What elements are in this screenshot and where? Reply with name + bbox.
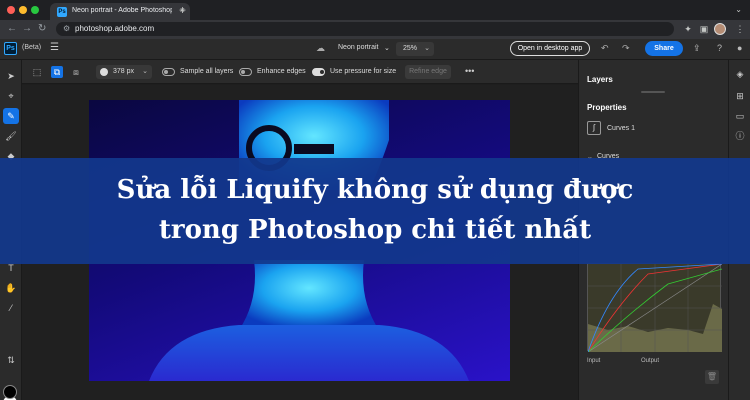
eyedropper-tool-icon[interactable]: ⁄ xyxy=(3,300,19,316)
adjustments-panel-icon[interactable]: ⊞ xyxy=(734,90,746,102)
brush-size-chevron-icon: ⌄ xyxy=(142,68,148,75)
curves-input-label: Input xyxy=(587,358,601,364)
reload-icon[interactable]: ↻ xyxy=(38,23,46,34)
browser-tab-bar: Ps Neon portrait - Adobe Photoshop × + ⌄ xyxy=(0,0,750,20)
sample-all-layers-toggle[interactable] xyxy=(162,68,175,76)
tab-search-chevron-icon[interactable]: ⌄ xyxy=(735,5,742,14)
refine-edge-button[interactable]: Refine edge xyxy=(405,65,451,79)
info-panel-icon[interactable]: ⓘ xyxy=(734,130,746,142)
title-banner: Sửa lỗi Liquify không sử dụng được trong… xyxy=(0,158,750,264)
document-chevron-icon[interactable]: ⌄ xyxy=(384,44,390,52)
sample-all-layers-label: Sample all layers xyxy=(180,68,234,75)
curves-layer-label: Curves 1 xyxy=(607,125,636,132)
tab-title: Neon portrait - Adobe Photoshop xyxy=(72,7,172,14)
browser-address-bar: ← → ↻ ⚙ photoshop.adobe.com ✦ ▣ ⋮ xyxy=(0,20,750,39)
curves-graph[interactable] xyxy=(587,263,723,353)
brush-size-value: 378 px xyxy=(113,68,135,75)
window-minimize-button[interactable] xyxy=(19,6,27,14)
redo-icon[interactable]: ↷ xyxy=(622,43,630,54)
undo-icon[interactable]: ↶ xyxy=(601,43,609,54)
profile-avatar[interactable] xyxy=(714,23,726,35)
swap-colors-icon[interactable]: ⇅ xyxy=(3,352,19,368)
window-maximize-button[interactable] xyxy=(31,6,39,14)
new-tab-button[interactable]: + xyxy=(179,3,186,17)
curves-adjustment-icon: ∫ xyxy=(587,121,601,135)
side-panel-icon[interactable]: ▣ xyxy=(698,23,710,35)
comments-panel-icon[interactable]: ▭ xyxy=(734,110,746,122)
foreground-color-swatch[interactable] xyxy=(3,385,17,399)
document-name[interactable]: Neon portrait xyxy=(338,44,378,51)
account-icon[interactable]: ● xyxy=(737,43,742,53)
window-close-button[interactable] xyxy=(7,6,15,14)
enhance-edges-toggle[interactable] xyxy=(239,68,252,76)
beta-label: (Beta) xyxy=(22,44,42,51)
back-arrow-icon[interactable]: ← xyxy=(7,23,17,34)
layers-panel-icon[interactable]: ◈ xyxy=(734,68,746,80)
forward-arrow-icon[interactable]: → xyxy=(22,23,32,34)
tool-options-bar: ⬚ ⧉ ⧈ 378 px ⌄ Sample all layers Enhance… xyxy=(0,60,578,84)
curves-histogram xyxy=(587,263,723,353)
screenshot-root: Ps Neon portrait - Adobe Photoshop × + ⌄… xyxy=(0,0,750,400)
brush-size-select[interactable]: 378 px ⌄ xyxy=(96,65,152,79)
subtract-selection-icon[interactable]: ⧈ xyxy=(70,66,82,78)
new-selection-icon[interactable]: ⬚ xyxy=(31,66,43,78)
comments-icon[interactable]: ⇪ xyxy=(693,43,701,54)
curves-output-label: Output xyxy=(641,358,660,364)
properties-panel-title[interactable]: Properties xyxy=(587,103,627,112)
move-tool-icon[interactable]: ➤ xyxy=(3,68,19,84)
browser-menu-icon[interactable]: ⋮ xyxy=(734,23,746,35)
open-in-desktop-button[interactable]: Open in desktop app xyxy=(510,41,590,56)
extensions-icon[interactable]: ✦ xyxy=(682,23,694,35)
url-text: photoshop.adobe.com xyxy=(75,24,155,33)
hand-tool-icon[interactable]: ✋ xyxy=(3,280,19,296)
brush-tool-icon[interactable]: 🖌 xyxy=(3,128,19,144)
zoom-select[interactable]: 25% ⌄ xyxy=(396,42,434,56)
main-menu-icon[interactable]: ☰ xyxy=(50,42,59,53)
panel-resize-handle[interactable] xyxy=(641,91,665,93)
share-button[interactable]: Share xyxy=(645,41,683,56)
delete-trash-icon[interactable]: 🗑 xyxy=(705,370,719,384)
zoom-value: 25% xyxy=(403,45,418,52)
use-pressure-toggle[interactable] xyxy=(312,68,325,76)
photoshop-app-bar: Ps (Beta) ☰ ☁ Neon portrait ⌄ 25% ⌄ Open… xyxy=(0,39,750,60)
use-pressure-label: Use pressure for size xyxy=(330,68,397,75)
lasso-tool-icon[interactable]: ⌖ xyxy=(3,88,19,104)
photoshop-logo[interactable]: Ps xyxy=(4,42,17,55)
add-selection-icon[interactable]: ⧉ xyxy=(51,66,63,78)
help-icon[interactable]: ? xyxy=(717,43,722,53)
zoom-chevron-icon: ⌄ xyxy=(424,45,430,52)
quick-selection-tool-icon[interactable]: ✎ xyxy=(3,108,19,124)
cloud-document-icon: ☁ xyxy=(316,43,325,53)
browser-tab[interactable]: Ps Neon portrait - Adobe Photoshop × xyxy=(50,3,190,20)
enhance-edges-label: Enhance edges xyxy=(257,68,306,75)
layers-panel-title[interactable]: Layers xyxy=(587,75,613,84)
url-field[interactable]: ⚙ photoshop.adobe.com xyxy=(56,22,674,36)
photoshop-favicon-icon: Ps xyxy=(57,7,67,17)
site-info-icon[interactable]: ⚙ xyxy=(63,24,70,33)
banner-title-line-1: Sửa lỗi Liquify không sử dụng được xyxy=(116,175,634,205)
more-options-icon[interactable]: ••• xyxy=(465,66,474,76)
brush-preview-icon xyxy=(100,68,108,76)
banner-title-line-2: trong Photoshop chi tiết nhất xyxy=(158,215,592,245)
